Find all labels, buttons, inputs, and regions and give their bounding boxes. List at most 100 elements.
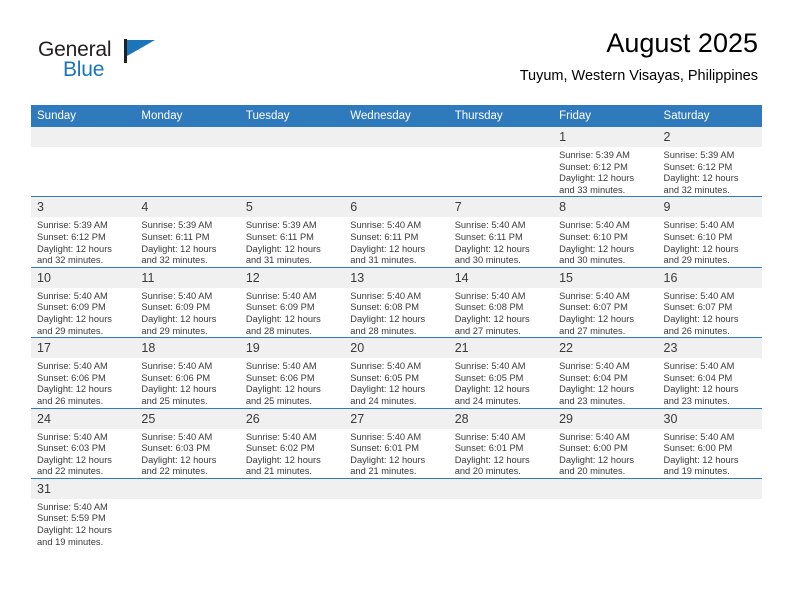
- calendar-day-cell[interactable]: 1 Sunrise: 5:39 AM Sunset: 6:12 PM Daylight…: [553, 127, 658, 197]
- sunset-time: Sunset: 6:10 PM: [663, 231, 733, 242]
- day-number: 19: [239, 338, 345, 359]
- sunrise-time: Sunrise: 5:40 AM: [245, 431, 317, 442]
- calendar-day-cell[interactable]: 5 Sunrise: 5:39 AM Sunset: 6:11 PM Daylight…: [239, 196, 345, 268]
- day-number: 26: [239, 408, 345, 429]
- calendar-day-cell[interactable]: 28 Sunrise: 5:40 AM Sunset: 6:01 PM Dayligh…: [448, 407, 554, 479]
- sunset-time: Sunset: 6:10 PM: [559, 231, 628, 242]
- sunrise-time: Sunrise: 5:40 AM: [559, 290, 630, 301]
- day-number: 25: [135, 408, 240, 429]
- sunset-time: Sunset: 6:00 PM: [663, 443, 733, 454]
- calendar-day-cell[interactable]: 3 Sunrise: 5:39 AM Sunset: 6:12 PM Daylight…: [31, 196, 136, 268]
- calendar-day-cell[interactable]: 11 Sunrise: 5:40 AM Sunset: 6:09 PM Dayligh…: [135, 266, 240, 338]
- day-number: 17: [31, 338, 136, 359]
- sunset-time: Sunset: 6:09 PM: [141, 302, 211, 313]
- sunrise-time: Sunrise: 5:40 AM: [454, 220, 526, 231]
- daylight-duration-line2: and 19 minutes.: [37, 536, 104, 547]
- day-number: [239, 478, 345, 499]
- calendar-cell-empty: [31, 127, 136, 197]
- calendar-day-cell[interactable]: 24 Sunrise: 5:40 AM Sunset: 6:03 PM Dayligh…: [31, 407, 136, 479]
- daylight-duration-line2: and 22 minutes.: [37, 466, 104, 477]
- calendar-day-cell[interactable]: 2 Sunrise: 5:39 AM Sunset: 6:12 PM Daylight…: [657, 127, 762, 197]
- daylight-duration-line2: and 31 minutes.: [245, 255, 312, 266]
- calendar-day-cell[interactable]: 12 Sunrise: 5:40 AM Sunset: 6:09 PM Dayligh…: [239, 266, 345, 338]
- calendar-day-cell[interactable]: 18 Sunrise: 5:40 AM Sunset: 6:06 PM Dayligh…: [135, 337, 240, 408]
- daylight-duration-line2: and 21 minutes.: [350, 466, 417, 477]
- calendar-day-cell[interactable]: 20 Sunrise: 5:40 AM Sunset: 6:05 PM Dayligh…: [344, 337, 449, 408]
- sunrise-time: Sunrise: 5:40 AM: [663, 220, 735, 231]
- calendar-day-cell[interactable]: 4 Sunrise: 5:39 AM Sunset: 6:11 PM Daylight…: [135, 196, 240, 268]
- sunset-time: Sunset: 6:11 PM: [454, 231, 523, 242]
- day-number: [239, 127, 345, 147]
- daylight-duration-line1: Daylight: 12 hours: [37, 454, 112, 465]
- day-number: [657, 478, 762, 499]
- sunset-time: Sunset: 5:59 PM: [37, 513, 106, 524]
- calendar-day-cell[interactable]: 26 Sunrise: 5:40 AM Sunset: 6:02 PM Dayligh…: [239, 407, 345, 479]
- daylight-duration-line1: Daylight: 12 hours: [559, 243, 635, 254]
- daylight-duration-line1: Daylight: 12 hours: [37, 525, 112, 536]
- sunrise-time: Sunrise: 5:39 AM: [663, 150, 735, 160]
- weekday-header-monday: Monday: [135, 105, 240, 127]
- sunrise-time: Sunrise: 5:40 AM: [37, 290, 108, 301]
- calendar-day-cell[interactable]: 14 Sunrise: 5:40 AM Sunset: 6:08 PM Dayligh…: [448, 266, 554, 338]
- sunrise-time: Sunrise: 5:40 AM: [663, 361, 735, 372]
- calendar-day-cell[interactable]: 25 Sunrise: 5:40 AM Sunset: 6:03 PM Dayligh…: [135, 407, 240, 479]
- day-sun-info: Sunrise: 5:40 AM Sunset: 5:59 PM Daylight:…: [31, 499, 135, 548]
- weekday-header-saturday: Saturday: [657, 105, 762, 127]
- daylight-duration-line2: and 27 minutes.: [454, 325, 521, 336]
- calendar-day-cell[interactable]: 27 Sunrise: 5:40 AM Sunset: 6:01 PM Dayligh…: [344, 407, 449, 479]
- page-header: General Blue August 2025 Tuyum, Western …: [0, 0, 792, 100]
- calendar-day-cell[interactable]: 6 Sunrise: 5:40 AM Sunset: 6:11 PM Daylight…: [344, 196, 449, 268]
- day-number: [448, 478, 554, 499]
- day-number: [135, 478, 240, 499]
- calendar-day-cell[interactable]: 21 Sunrise: 5:40 AM Sunset: 6:05 PM Dayligh…: [448, 337, 554, 408]
- day-sun-info: Sunrise: 5:40 AM Sunset: 6:09 PM Daylight:…: [240, 288, 344, 337]
- day-number: 12: [239, 267, 345, 288]
- calendar-day-cell[interactable]: 16 Sunrise: 5:40 AM Sunset: 6:07 PM Dayligh…: [657, 266, 762, 338]
- sunrise-time: Sunrise: 5:40 AM: [350, 361, 422, 372]
- daylight-duration-line2: and 20 minutes.: [559, 466, 626, 477]
- day-number: [448, 127, 554, 147]
- calendar-day-cell[interactable]: 8 Sunrise: 5:40 AM Sunset: 6:10 PM Daylight…: [553, 196, 658, 268]
- calendar-day-cell[interactable]: 7 Sunrise: 5:40 AM Sunset: 6:11 PM Daylight…: [448, 196, 554, 268]
- sunrise-time: Sunrise: 5:40 AM: [559, 220, 630, 231]
- daylight-duration-line2: and 26 minutes.: [663, 325, 730, 336]
- day-number: 7: [448, 197, 554, 218]
- sunrise-time: Sunrise: 5:40 AM: [454, 361, 526, 372]
- day-sun-info: Sunrise: 5:40 AM Sunset: 6:11 PM Daylight:…: [449, 217, 553, 266]
- daylight-duration-line2: and 24 minutes.: [454, 395, 521, 406]
- calendar-cell-empty: [135, 477, 240, 549]
- day-number: 13: [344, 267, 449, 288]
- day-number: 28: [448, 408, 554, 429]
- calendar-day-cell[interactable]: 29 Sunrise: 5:40 AM Sunset: 6:00 PM Dayligh…: [553, 407, 658, 479]
- day-sun-info: Sunrise: 5:40 AM Sunset: 6:08 PM Daylight:…: [344, 288, 448, 337]
- daylight-duration-line2: and 26 minutes.: [37, 395, 104, 406]
- sunrise-time: Sunrise: 5:39 AM: [245, 220, 317, 231]
- daylight-duration-line2: and 20 minutes.: [454, 466, 521, 477]
- calendar-day-cell[interactable]: 13 Sunrise: 5:40 AM Sunset: 6:08 PM Dayligh…: [344, 266, 449, 338]
- calendar-day-cell[interactable]: 22 Sunrise: 5:40 AM Sunset: 6:04 PM Dayligh…: [553, 337, 658, 408]
- calendar-day-cell[interactable]: 9 Sunrise: 5:40 AM Sunset: 6:10 PM Daylight…: [657, 196, 762, 268]
- day-number: [344, 127, 449, 147]
- daylight-duration-line2: and 32 minutes.: [37, 255, 104, 266]
- calendar-day-cell[interactable]: 15 Sunrise: 5:40 AM Sunset: 6:07 PM Dayligh…: [553, 266, 658, 338]
- calendar-day-cell[interactable]: 19 Sunrise: 5:40 AM Sunset: 6:06 PM Dayligh…: [239, 337, 345, 408]
- calendar-day-cell[interactable]: 30 Sunrise: 5:40 AM Sunset: 6:00 PM Dayligh…: [657, 407, 762, 479]
- calendar-day-cell[interactable]: 17 Sunrise: 5:40 AM Sunset: 6:06 PM Dayligh…: [31, 337, 136, 408]
- day-number: 16: [657, 267, 762, 288]
- day-sun-info: Sunrise: 5:40 AM Sunset: 6:03 PM Daylight:…: [135, 429, 239, 478]
- day-number: 23: [657, 338, 762, 359]
- daylight-duration-line1: Daylight: 12 hours: [454, 313, 530, 324]
- daylight-duration-line2: and 30 minutes.: [559, 255, 626, 266]
- calendar-day-cell[interactable]: 31 Sunrise: 5:40 AM Sunset: 5:59 PM Dayligh…: [31, 477, 136, 549]
- sunset-time: Sunset: 6:06 PM: [37, 372, 106, 383]
- day-sun-info: Sunrise: 5:40 AM Sunset: 6:02 PM Daylight:…: [240, 429, 344, 478]
- general-blue-logo[interactable]: General Blue: [38, 38, 178, 84]
- sunrise-time: Sunrise: 5:40 AM: [559, 431, 630, 442]
- day-number: 4: [135, 197, 240, 218]
- calendar-day-cell[interactable]: 10 Sunrise: 5:40 AM Sunset: 6:09 PM Dayligh…: [31, 266, 136, 338]
- daylight-duration-line1: Daylight: 12 hours: [454, 243, 530, 254]
- flag-triangle-shape: [127, 40, 155, 56]
- calendar-day-cell[interactable]: 23 Sunrise: 5:40 AM Sunset: 6:04 PM Dayligh…: [657, 337, 762, 408]
- daylight-duration-line1: Daylight: 12 hours: [141, 243, 217, 254]
- day-sun-info: Sunrise: 5:39 AM Sunset: 6:11 PM Daylight:…: [135, 217, 239, 266]
